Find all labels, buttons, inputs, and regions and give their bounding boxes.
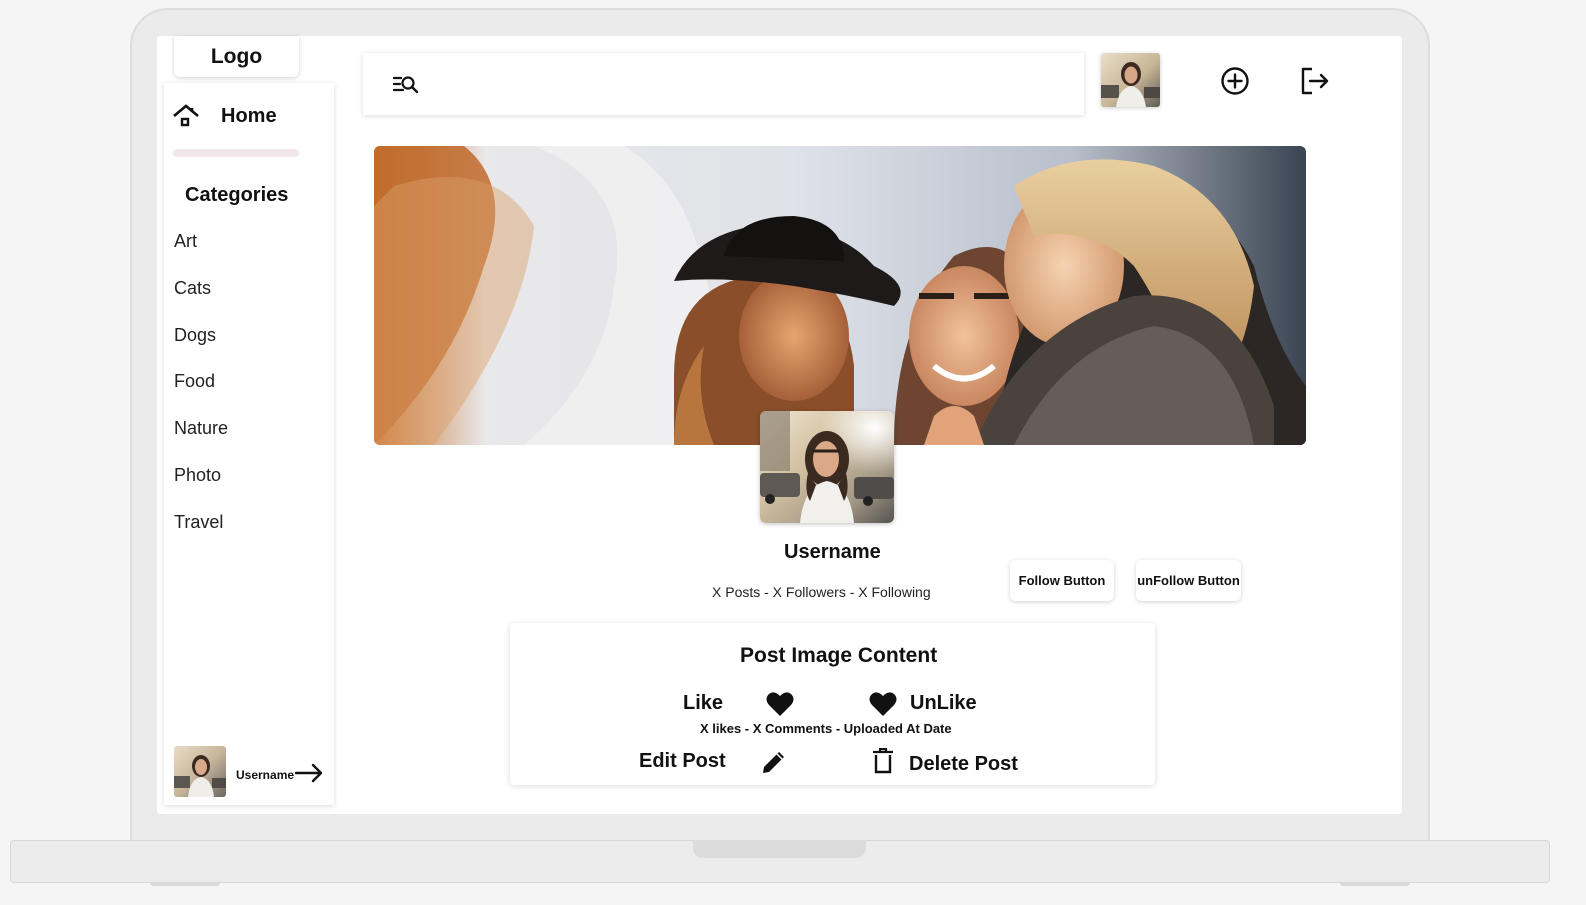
sidebar-item-art[interactable]: Art <box>174 231 197 252</box>
laptop-mockup: Logo Home Categories Art Cats Dogs Food … <box>0 0 1586 905</box>
search-bar[interactable] <box>363 53 1084 115</box>
sidebar-username: Username <box>236 768 295 782</box>
post-title: Post Image Content <box>740 644 938 667</box>
logo[interactable]: Logo <box>174 36 299 77</box>
follow-button[interactable]: Follow Button <box>1010 560 1114 601</box>
categories-heading: Categories <box>185 184 289 206</box>
unlike-label[interactable]: UnLike <box>910 692 977 715</box>
pencil-icon[interactable] <box>760 748 788 776</box>
add-circle-icon[interactable] <box>1219 65 1251 97</box>
cover-photo <box>374 146 1306 445</box>
unfollow-button[interactable]: unFollow Button <box>1136 560 1241 601</box>
heart-icon[interactable] <box>869 691 897 717</box>
home-icon <box>172 103 200 131</box>
sidebar-divider <box>173 149 299 157</box>
trash-icon[interactable] <box>872 748 894 774</box>
sidebar-item-cats[interactable]: Cats <box>174 278 211 299</box>
laptop-foot-left <box>150 882 220 886</box>
sidebar-item-nature[interactable]: Nature <box>174 418 228 439</box>
profile-username: Username <box>784 541 881 563</box>
logout-icon[interactable] <box>1299 65 1331 97</box>
header-avatar[interactable] <box>1101 53 1160 107</box>
sidebar-item-dogs[interactable]: Dogs <box>174 325 216 346</box>
sidebar-user-link[interactable]: Username <box>174 746 329 797</box>
home-label: Home <box>221 105 277 127</box>
avatar <box>174 746 226 797</box>
profile-stats: X Posts - X Followers - X Following <box>712 584 931 600</box>
sidebar: Home Categories Art Cats Dogs Food Natur… <box>164 83 334 805</box>
post-meta: X likes - X Comments - Uploaded At Date <box>700 721 952 736</box>
sidebar-item-food[interactable]: Food <box>174 371 215 392</box>
heart-icon[interactable] <box>766 691 794 717</box>
sidebar-item-travel[interactable]: Travel <box>174 512 223 533</box>
sidebar-item-home[interactable]: Home <box>164 99 334 133</box>
like-label[interactable]: Like <box>683 692 723 715</box>
edit-post-label[interactable]: Edit Post <box>639 750 726 773</box>
sidebar-item-photo[interactable]: Photo <box>174 465 221 486</box>
laptop-foot-right <box>1340 882 1410 886</box>
search-input[interactable] <box>431 67 1051 101</box>
post-card: Post Image Content Like UnLike X likes -… <box>510 623 1155 785</box>
arrow-right-icon <box>294 761 324 785</box>
profile-avatar[interactable] <box>760 411 894 523</box>
search-icon[interactable] <box>392 73 420 95</box>
laptop-notch <box>693 840 866 858</box>
delete-post-label[interactable]: Delete Post <box>909 753 1018 776</box>
